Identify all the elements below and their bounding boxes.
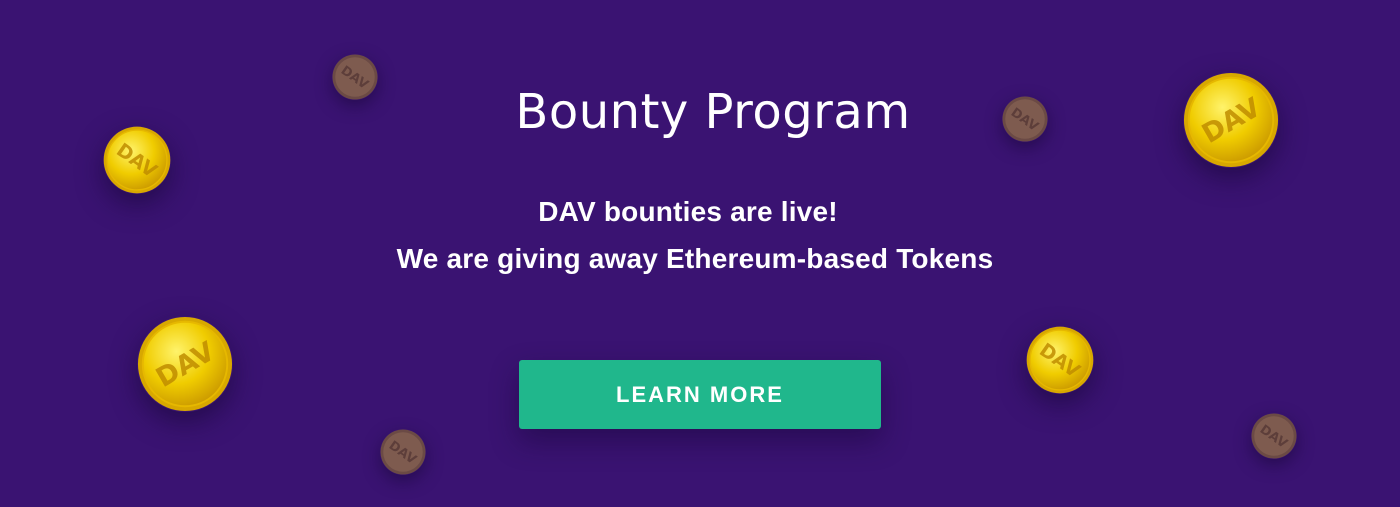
banner-subtitle-line-1: DAV bounties are live! bbox=[538, 196, 838, 227]
dav-coin-bronze-icon: DAV bbox=[380, 429, 426, 475]
banner-subtitle-line-2: We are giving away Ethereum-based Tokens bbox=[396, 243, 994, 274]
dav-coin-gold-icon: DAV bbox=[1026, 326, 1094, 394]
dav-coin-bronze-icon: DAV bbox=[1251, 413, 1297, 459]
learn-more-button[interactable]: LEARN MORE bbox=[519, 360, 881, 429]
bounty-banner: DAV DAV DAV DAV DAV DAV DAV DAV Bounty P… bbox=[0, 0, 1400, 507]
banner-title: Bounty Program bbox=[515, 84, 911, 140]
dav-coin-gold-icon: DAV bbox=[137, 316, 233, 412]
